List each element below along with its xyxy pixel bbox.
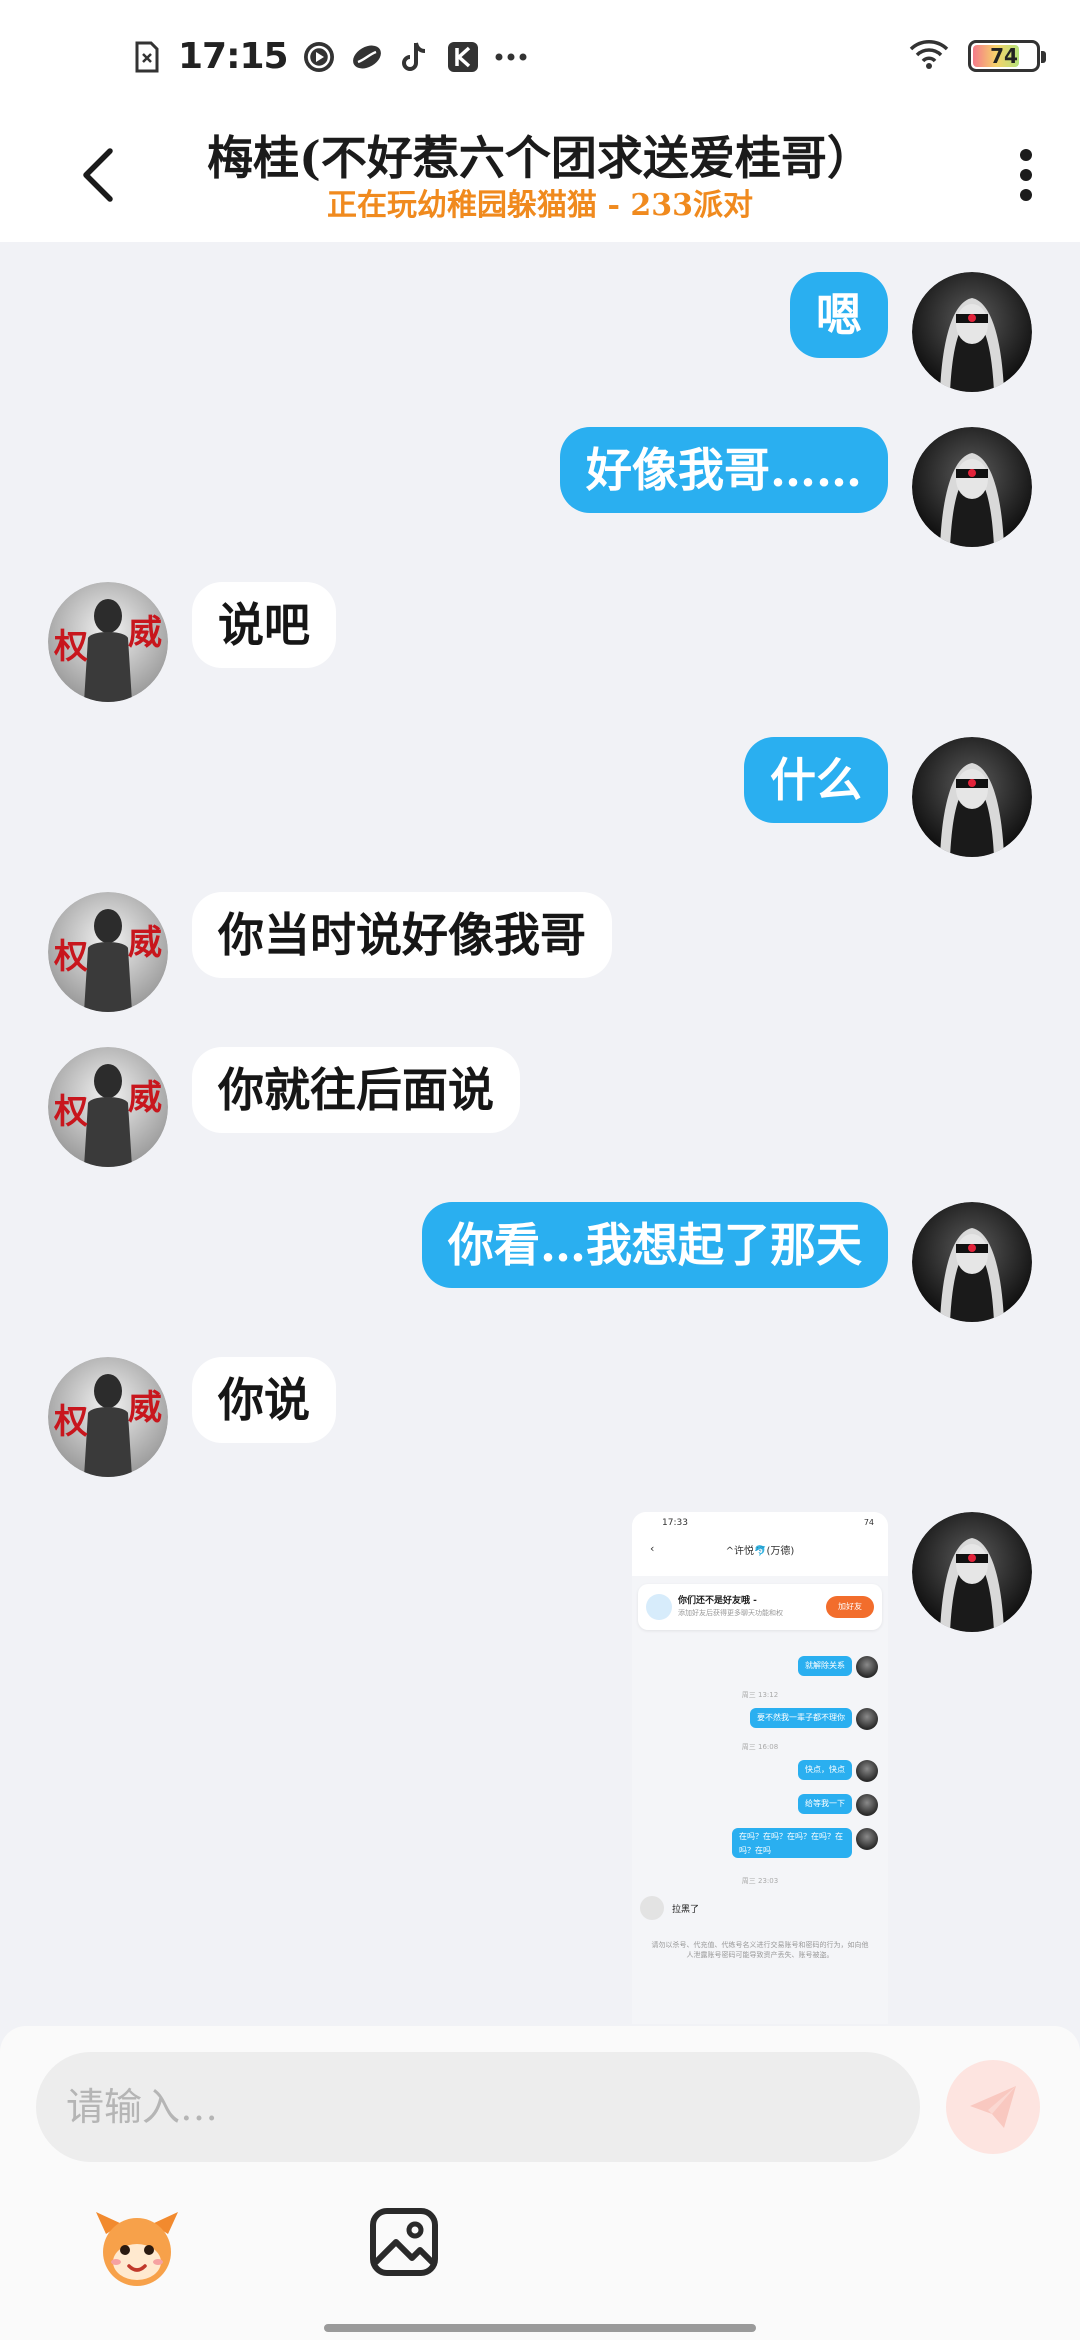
- screenshot-timestamp: 周三 23:03: [741, 1877, 779, 1885]
- more-dots-icon: [494, 40, 528, 74]
- battery-level: 74: [990, 44, 1018, 68]
- bird-app-icon: [350, 40, 384, 74]
- my-avatar[interactable]: [912, 737, 1032, 857]
- incoming-message-bubble[interactable]: 你当时说好像我哥: [192, 892, 612, 978]
- message-row: 你当时说好像我哥: [0, 892, 1080, 1022]
- screenshot-add-friend-button: 加好友: [826, 1596, 874, 1618]
- screenshot-timestamp: 周三 13:12: [741, 1691, 779, 1699]
- more-options-button[interactable]: [996, 140, 1056, 210]
- screenshot-header: 17:33 74 ‹ ^许悦🐬(万德): [632, 1512, 888, 1576]
- tiktok-icon: [398, 40, 432, 74]
- video-app-icon: [302, 40, 336, 74]
- chat-header: 梅桂(不好惹六个团求送爱桂哥） 正在玩幼稚园躲猫猫 - 233派对: [0, 110, 1080, 242]
- send-button[interactable]: [946, 2060, 1040, 2154]
- screenshot-bubble: 要不然我一辈子都不理你: [750, 1708, 852, 1728]
- chat-message-list[interactable]: 嗯 好像我哥…… 说吧 什么 你当时说好像我哥 你就往后面说 你看…我想起了那天…: [0, 242, 1080, 2032]
- incoming-message-bubble[interactable]: 你说: [192, 1357, 336, 1443]
- screenshot-incoming-text: 拉黑了: [672, 1905, 700, 1915]
- status-time: 17:15: [178, 36, 289, 77]
- screenshot-row: 给等我一下: [632, 1794, 888, 1820]
- image-icon: [370, 2208, 438, 2276]
- screenshot-bubble: 就解除关系: [798, 1656, 852, 1676]
- incoming-message-bubble[interactable]: 说吧: [192, 582, 336, 668]
- screenshot-banner-title: 你们还不是好友哦 -: [678, 1596, 757, 1606]
- message-row: 什么: [0, 737, 1080, 867]
- battery-icon: 74: [968, 40, 1046, 72]
- screenshot-row: 快点，快点: [632, 1760, 888, 1786]
- screenshot-bubble: 给等我一下: [798, 1794, 852, 1814]
- incoming-message-bubble[interactable]: 你就往后面说: [192, 1047, 520, 1133]
- home-indicator[interactable]: [324, 2324, 756, 2332]
- message-row: 说吧: [0, 582, 1080, 712]
- screenshot-safety-note: 请勿以杀号、代充值、代练号名义进行交易账号和密码的行为，如向他人泄露账号密码可能…: [651, 1941, 869, 1959]
- screenshot-title: ^许悦🐬(万德): [725, 1546, 795, 1557]
- screenshot-bubble: 在吗？在吗？在吗？在吗？在吗？在吗: [732, 1828, 852, 1858]
- status-bar: 17:15 74: [0, 0, 1080, 110]
- screenshot-row: 就解除关系: [632, 1656, 888, 1682]
- outgoing-message-bubble[interactable]: 嗯: [790, 272, 888, 358]
- wifi-icon: [908, 38, 950, 74]
- sim-card-icon: [130, 40, 164, 74]
- message-row: 17:33 74 ‹ ^许悦🐬(万德) 你们还不是好友哦 - 添加好友后获得更多…: [0, 1512, 1080, 2032]
- message-row: 你说: [0, 1357, 1080, 1487]
- screenshot-row: 在吗？在吗？在吗？在吗？在吗？在吗: [632, 1828, 888, 1864]
- screenshot-incoming-row: 拉黑了: [640, 1896, 840, 1924]
- message-input[interactable]: [36, 2052, 920, 2162]
- screenshot-avatar: [856, 1794, 878, 1816]
- vertical-dots-icon: [1020, 149, 1032, 201]
- k-app-icon: [446, 40, 480, 74]
- image-message-screenshot[interactable]: 17:33 74 ‹ ^许悦🐬(万德) 你们还不是好友哦 - 添加好友后获得更多…: [632, 1512, 888, 2024]
- message-row: 你看…我想起了那天: [0, 1202, 1080, 1332]
- screenshot-banner-subtitle: 添加好友后获得更多聊天功能和权: [678, 1609, 783, 1617]
- screenshot-avatar: [856, 1760, 878, 1782]
- message-composer: [0, 2026, 1080, 2340]
- outgoing-message-bubble[interactable]: 什么: [744, 737, 888, 823]
- contact-avatar[interactable]: [48, 892, 168, 1012]
- screenshot-battery: 74: [863, 1518, 874, 1527]
- my-avatar[interactable]: [912, 272, 1032, 392]
- screenshot-avatar: [856, 1708, 878, 1730]
- contact-avatar[interactable]: [48, 1357, 168, 1477]
- message-row: 嗯: [0, 272, 1080, 402]
- screenshot-contact-avatar: [640, 1896, 664, 1920]
- message-row: 好像我哥……: [0, 427, 1080, 557]
- my-avatar[interactable]: [912, 1202, 1032, 1322]
- my-avatar[interactable]: [912, 427, 1032, 547]
- screenshot-timestamp: 周三 16:08: [741, 1743, 779, 1751]
- status-right: 74: [908, 38, 1046, 74]
- screenshot-banner-icon: [646, 1594, 672, 1620]
- status-left: 17:15: [130, 36, 528, 77]
- screenshot-friend-banner: 你们还不是好友哦 - 添加好友后获得更多聊天功能和权 加好友: [638, 1584, 882, 1630]
- chat-subtitle-status[interactable]: 正在玩幼稚园躲猫猫 - 233派对: [150, 180, 930, 224]
- screenshot-bubble: 快点，快点: [798, 1760, 852, 1780]
- screenshot-time: 17:33: [662, 1518, 688, 1528]
- back-button[interactable]: [68, 140, 128, 210]
- screenshot-avatar: [856, 1828, 878, 1850]
- send-plane-icon: [970, 2086, 1016, 2128]
- message-row: 你就往后面说: [0, 1047, 1080, 1177]
- mascot-sticker-icon: [96, 2212, 178, 2286]
- chevron-left-icon: [83, 148, 113, 202]
- outgoing-message-bubble[interactable]: 你看…我想起了那天: [422, 1202, 888, 1288]
- sticker-button[interactable]: [92, 2204, 182, 2294]
- my-avatar[interactable]: [912, 1512, 1032, 1632]
- contact-avatar[interactable]: [48, 1047, 168, 1167]
- screenshot-avatar: [856, 1656, 878, 1678]
- image-picker-button[interactable]: [368, 2206, 440, 2278]
- chat-title: 梅桂(不好惹六个团求送爱桂哥）: [207, 131, 873, 185]
- contact-avatar[interactable]: [48, 582, 168, 702]
- screenshot-row: 要不然我一辈子都不理你: [632, 1708, 888, 1734]
- outgoing-message-bubble[interactable]: 好像我哥……: [560, 427, 888, 513]
